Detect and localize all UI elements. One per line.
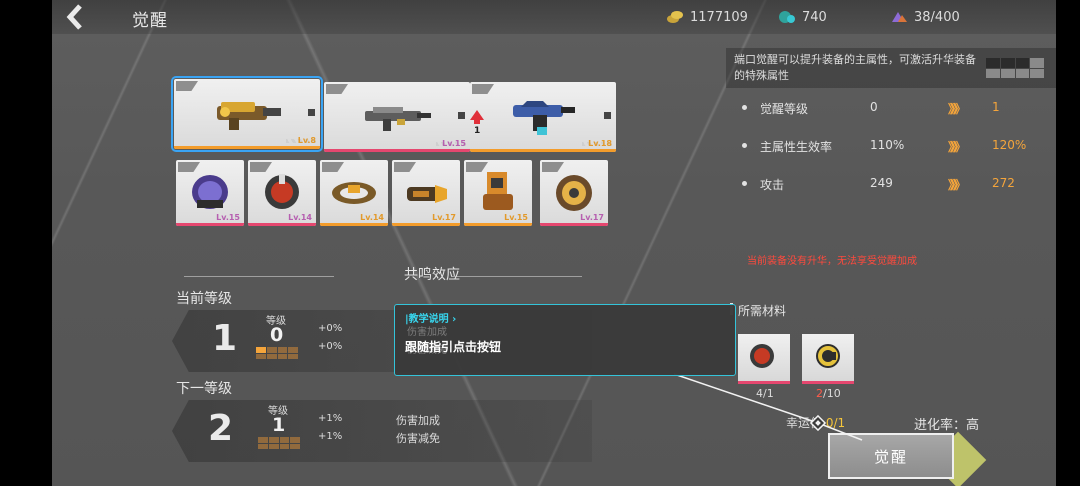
awaken-stage: 觉醒 1177109 740 38/400 Lv.8 Lv.15 1 Lv.18… [52,0,1056,486]
tutorial-dialog[interactable]: 伤害加成 伤害减免 |教学说明 › 跟随指引点击按钮 [394,304,736,376]
game-screen: 觉醒 1177109 740 38/400 Lv.8 Lv.15 1 Lv.18… [0,0,1080,486]
tutorial-message: 跟随指引点击按钮 [405,340,502,354]
tutorial-pointer-line [673,373,863,441]
chevron-right-icon: › [452,314,457,325]
letterbox-left [0,0,52,486]
letterbox-right [1056,0,1080,486]
tutorial-header: |教学说明 › [405,310,456,325]
obscured-effect-text: 伤害加成 [407,327,447,338]
tutorial-header-text: |教学说明 [405,314,449,325]
